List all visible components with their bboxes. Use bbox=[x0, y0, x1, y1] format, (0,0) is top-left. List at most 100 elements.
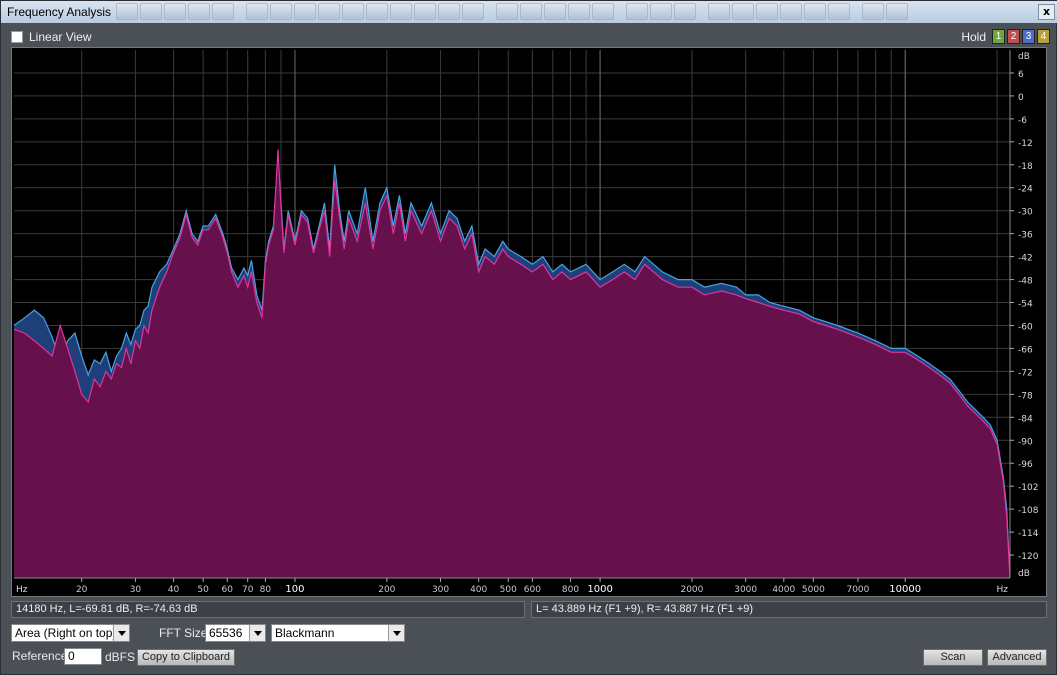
y-unit-label-bottom: dB bbox=[1018, 569, 1030, 579]
reference-input[interactable]: 0 bbox=[64, 648, 102, 665]
chevron-down-icon[interactable] bbox=[249, 625, 265, 641]
y-tick-label: -120 bbox=[1018, 552, 1039, 562]
hold-group: Hold 1 2 3 4 bbox=[961, 29, 1050, 44]
frequency-analysis-window: Frequency Analysis x Linear View Hold 1 … bbox=[0, 0, 1057, 675]
toolbar-icon bbox=[414, 3, 436, 20]
y-tick-label: 6 bbox=[1018, 70, 1024, 80]
toolbar-icon bbox=[390, 3, 412, 20]
display-mode-select[interactable]: Area (Right on top) bbox=[11, 624, 130, 642]
toolbar-icon bbox=[246, 3, 268, 20]
y-tick-label: -42 bbox=[1018, 254, 1033, 264]
toolbar-icon bbox=[828, 3, 850, 20]
x-tick-label: 7000 bbox=[846, 585, 869, 595]
y-tick-label: -90 bbox=[1018, 437, 1033, 447]
x-tick-label: 200 bbox=[378, 585, 395, 595]
toolbar-icon bbox=[164, 3, 186, 20]
x-tick-label: 800 bbox=[562, 585, 579, 595]
y-tick-label: -18 bbox=[1018, 162, 1033, 172]
background-toolbar bbox=[116, 3, 936, 21]
x-unit-label: Hz bbox=[16, 585, 28, 595]
copy-to-clipboard-button[interactable]: Copy to Clipboard bbox=[137, 649, 235, 666]
y-tick-label: -102 bbox=[1018, 483, 1038, 493]
spectrum-chart[interactable]: 60-6-12-18-24-30-36-42-48-54-60-66-72-78… bbox=[12, 48, 1046, 596]
y-tick-label: 0 bbox=[1018, 93, 1024, 103]
y-tick-label: -54 bbox=[1018, 300, 1033, 310]
reference-label: Reference bbox=[12, 649, 68, 663]
toolbar-icon bbox=[188, 3, 210, 20]
y-tick-label: -66 bbox=[1018, 345, 1033, 355]
linear-view-toggle[interactable]: Linear View bbox=[11, 30, 91, 44]
x-tick-label: 30 bbox=[130, 585, 142, 595]
window-function-value: Blackmann bbox=[275, 626, 335, 640]
y-tick-label: -114 bbox=[1018, 529, 1039, 539]
x-tick-label: 1000 bbox=[587, 584, 612, 595]
toolbar-icon bbox=[674, 3, 696, 20]
toolbar-icon bbox=[544, 3, 566, 20]
toolbar-icon bbox=[568, 3, 590, 20]
y-tick-label: -72 bbox=[1018, 368, 1033, 378]
cursor-readout: 14180 Hz, L=-69.81 dB, R=-74.63 dB bbox=[11, 601, 525, 618]
fft-size-value: 65536 bbox=[209, 626, 243, 640]
y-unit-label: dB bbox=[1018, 52, 1030, 62]
toolbar-icon bbox=[318, 3, 340, 20]
toolbar-icon bbox=[366, 3, 388, 20]
x-tick-label: 300 bbox=[432, 585, 449, 595]
toolbar-icon bbox=[212, 3, 234, 20]
y-tick-label: -84 bbox=[1018, 414, 1033, 424]
window-function-select[interactable]: Blackmann bbox=[271, 624, 405, 642]
x-unit-label-right: Hz bbox=[997, 585, 1009, 595]
y-tick-label: -6 bbox=[1018, 116, 1027, 126]
reference-unit: dBFS bbox=[105, 650, 136, 664]
window-title: Frequency Analysis bbox=[7, 5, 112, 19]
toolbar-icon bbox=[270, 3, 292, 20]
hold-label: Hold bbox=[961, 29, 986, 44]
y-tick-label: -30 bbox=[1018, 208, 1033, 218]
x-tick-label: 2000 bbox=[680, 585, 703, 595]
toolbar-icon bbox=[294, 3, 316, 20]
scan-button[interactable]: Scan bbox=[923, 649, 983, 666]
linear-view-checkbox[interactable] bbox=[11, 31, 23, 43]
fft-size-label: FFT Size bbox=[159, 626, 208, 640]
x-tick-label: 10000 bbox=[889, 584, 921, 595]
y-tick-label: -24 bbox=[1018, 185, 1033, 195]
x-tick-label: 70 bbox=[242, 585, 254, 595]
display-mode-value: Area (Right on top) bbox=[15, 626, 117, 640]
spectrum-area-r bbox=[14, 149, 1010, 578]
y-tick-label: -108 bbox=[1018, 506, 1039, 516]
y-tick-label: -96 bbox=[1018, 460, 1033, 470]
toolbar-icon bbox=[462, 3, 484, 20]
toolbar-icon bbox=[780, 3, 802, 20]
chevron-down-icon[interactable] bbox=[388, 625, 404, 641]
x-tick-label: 500 bbox=[500, 585, 517, 595]
x-tick-label: 600 bbox=[524, 585, 541, 595]
toolbar-icon bbox=[650, 3, 672, 20]
x-tick-label: 80 bbox=[260, 585, 272, 595]
x-tick-label: 60 bbox=[222, 585, 234, 595]
hold-button-2[interactable]: 2 bbox=[1007, 29, 1020, 44]
y-tick-label: -12 bbox=[1018, 139, 1033, 149]
y-tick-label: -36 bbox=[1018, 231, 1033, 241]
x-tick-label: 50 bbox=[197, 585, 209, 595]
toolbar-icon bbox=[520, 3, 542, 20]
y-tick-label: -48 bbox=[1018, 277, 1033, 287]
close-button[interactable]: x bbox=[1038, 4, 1055, 20]
x-tick-label: 400 bbox=[470, 585, 487, 595]
toolbar-icon bbox=[732, 3, 754, 20]
chevron-down-icon[interactable] bbox=[113, 625, 129, 641]
spectrum-plot-area[interactable]: 6 0 -6 -12 -18 -24 -30 -36 -42 -48 -54 -60 -66 -72 -78… bbox=[11, 47, 1047, 597]
toolbar-icon bbox=[862, 3, 884, 20]
title-bar[interactable]: Frequency Analysis x bbox=[1, 1, 1057, 23]
hold-button-4[interactable]: 4 bbox=[1037, 29, 1050, 44]
x-tick-label: 40 bbox=[168, 585, 180, 595]
toolbar-icon bbox=[140, 3, 162, 20]
advanced-button[interactable]: Advanced bbox=[987, 649, 1047, 666]
fft-size-select[interactable]: 65536 bbox=[205, 624, 266, 642]
hold-button-1[interactable]: 1 bbox=[992, 29, 1005, 44]
linear-view-label: Linear View bbox=[29, 30, 92, 44]
toolbar-icon bbox=[592, 3, 614, 20]
hold-button-3[interactable]: 3 bbox=[1022, 29, 1035, 44]
toolbar-icon bbox=[438, 3, 460, 20]
x-tick-label: 3000 bbox=[734, 585, 757, 595]
toolbar-icon bbox=[116, 3, 138, 20]
toolbar-icon bbox=[756, 3, 778, 20]
